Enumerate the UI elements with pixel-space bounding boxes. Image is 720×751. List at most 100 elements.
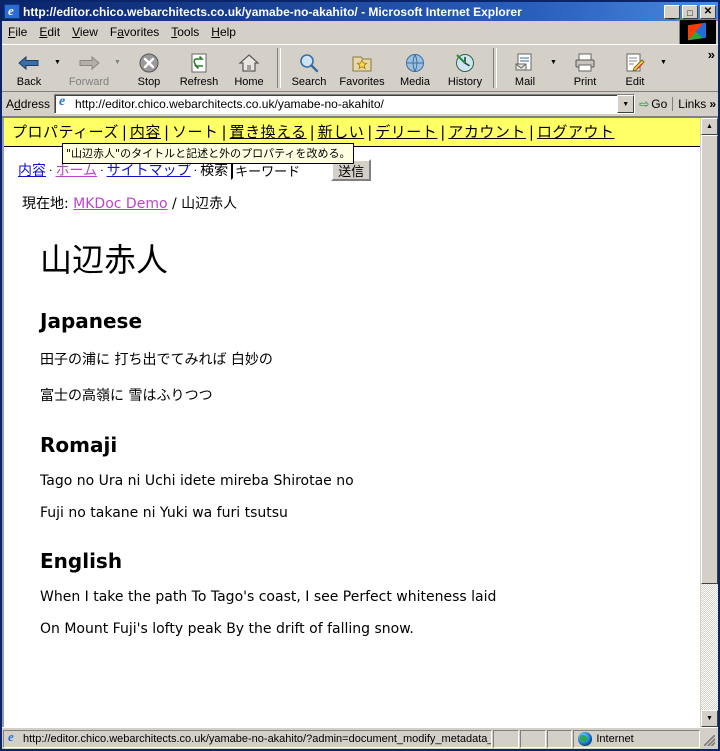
toolbar-print-button[interactable]: Print — [560, 45, 610, 91]
admin-sep-4: | — [309, 123, 315, 141]
close-button[interactable]: ✕ — [700, 4, 716, 19]
section-heading-english: English — [40, 549, 123, 573]
toolbar-mail-label: Mail — [514, 75, 536, 88]
scrollbar-thumb[interactable] — [701, 135, 718, 584]
scrollbar-track[interactable] — [701, 135, 718, 710]
menu-item-file-rest: ile — [15, 25, 28, 39]
globe-icon — [578, 732, 593, 746]
nav-link-contents[interactable]: 内容 — [18, 160, 46, 180]
status-page-icon — [6, 731, 20, 746]
title-bar: http://editor.chico.webarchitects.co.uk/… — [2, 2, 718, 21]
status-panel-2 — [519, 730, 546, 748]
scroll-down-button[interactable]: ▼ — [701, 710, 718, 727]
section-heading-japanese: Japanese — [40, 309, 143, 333]
maximize-icon: □ — [687, 7, 693, 18]
address-bar: Address http://editor.chico.webarchitect… — [2, 92, 718, 117]
poem-line: On Mount Fuji's lofty peak By the drift … — [40, 621, 414, 637]
status-panel-1 — [493, 730, 519, 748]
breadcrumb-separator: / — [171, 196, 177, 212]
menu-item-help-rest: elp — [219, 25, 236, 39]
page-icon — [57, 94, 73, 112]
toolbar-overflow-button[interactable]: » — [708, 47, 715, 62]
toolbar-back-label: Back — [16, 75, 42, 88]
poem-line: 富士の高嶺に 雪はふりつつ — [40, 388, 213, 404]
poem-line: 田子の浦に 打ち出でてみれば 白妙の — [40, 352, 273, 368]
toolbar-forward-label: Forward — [68, 75, 110, 88]
address-label: Address — [6, 97, 51, 111]
go-label: Go — [651, 97, 668, 111]
edit-dropdown-arrow-icon[interactable]: ▼ — [660, 45, 670, 91]
history-icon — [453, 51, 477, 75]
edit-icon — [623, 51, 647, 75]
toolbar-edit-button[interactable]: Edit — [610, 45, 660, 91]
menu-item-favorites-rest: vorites — [123, 25, 160, 39]
home-icon — [237, 51, 261, 75]
admin-sep-5: | — [367, 123, 373, 141]
status-url-panel: http://editor.chico.webarchitects.co.uk/… — [3, 730, 493, 748]
breadcrumb: 現在地: MKDoc Demo / 山辺赤人 — [4, 187, 700, 213]
links-button[interactable]: Links » — [672, 97, 716, 111]
toolbar-back-button[interactable]: Back — [4, 45, 54, 91]
vertical-scrollbar[interactable]: ▲ ▼ — [700, 118, 718, 727]
menu-item-view[interactable]: View — [66, 23, 104, 41]
favorites-icon — [350, 51, 374, 75]
toolbar-separator-1 — [277, 48, 281, 88]
maximize-button[interactable]: □ — [682, 4, 698, 19]
admin-sep-1: | — [121, 123, 127, 141]
address-dropdown-button[interactable]: ▼ — [617, 95, 635, 113]
menu-item-tools[interactable]: Tools — [165, 23, 205, 41]
print-icon — [573, 51, 597, 75]
toolbar-home-button[interactable]: Home — [224, 45, 274, 91]
scroll-up-button[interactable]: ▲ — [701, 118, 718, 135]
address-field[interactable]: http://editor.chico.webarchitects.co.uk/… — [54, 94, 636, 114]
menu-item-help[interactable]: Help — [205, 23, 242, 41]
minimize-icon: _ — [668, 7, 676, 20]
menu-item-tools-rest: ools — [177, 25, 200, 39]
toolbar-favorites-button[interactable]: Favorites — [334, 45, 390, 91]
document-body: 山辺赤人 Japanese 田子の浦に 打ち出でてみれば 白妙の 富士の高嶺に … — [4, 235, 700, 637]
admin-link-delete[interactable]: デリート — [375, 123, 437, 141]
menu-item-file[interactable]: File — [2, 23, 33, 41]
toolbar-media-label: Media — [400, 75, 430, 88]
mail-dropdown-arrow-icon[interactable]: ▼ — [550, 45, 560, 91]
search-icon — [297, 51, 321, 75]
go-button[interactable]: ⇨ Go — [635, 97, 672, 111]
scroll-down-icon: ▼ — [706, 715, 713, 722]
breadcrumb-current: 山辺赤人 — [181, 196, 238, 212]
toolbar-edit-label: Edit — [625, 75, 645, 88]
admin-link-sort[interactable]: ソート — [172, 123, 219, 141]
forward-dropdown-arrow-icon[interactable]: ▼ — [114, 45, 124, 91]
admin-link-new[interactable]: 新しい — [318, 123, 365, 141]
admin-link-contents[interactable]: 内容 — [130, 123, 161, 141]
toolbar-forward-button[interactable]: Forward — [64, 45, 114, 91]
links-label: Links — [678, 97, 707, 111]
toolbar-search-label: Search — [291, 75, 327, 88]
menu-item-edit[interactable]: Edit — [33, 23, 66, 41]
mail-icon — [513, 51, 537, 75]
logo-flag — [688, 22, 706, 41]
toolbar-stop-label: Stop — [137, 75, 161, 88]
toolbar-search-button[interactable]: Search — [284, 45, 334, 91]
menu-item-favorites[interactable]: Favorites — [104, 23, 165, 41]
address-input[interactable]: http://editor.chico.webarchitects.co.uk/… — [75, 97, 617, 111]
toolbar-refresh-label: Refresh — [179, 75, 219, 88]
admin-link-properties[interactable]: プロパティーズ — [12, 123, 119, 141]
browser-window: http://editor.chico.webarchitects.co.uk/… — [0, 0, 720, 751]
resize-grip[interactable] — [701, 730, 717, 748]
toolbar-media-button[interactable]: Media — [390, 45, 440, 91]
breadcrumb-link-home[interactable]: MKDoc Demo — [73, 196, 167, 212]
toolbar-stop-button[interactable]: Stop — [124, 45, 174, 91]
media-icon — [403, 51, 427, 75]
minimize-button[interactable]: _ — [664, 4, 680, 20]
toolbar-mail-button[interactable]: Mail — [500, 45, 550, 91]
back-dropdown-arrow-icon[interactable]: ▼ — [54, 45, 64, 91]
admin-link-replace[interactable]: 置き換える — [230, 123, 307, 141]
admin-link-logout[interactable]: ログアウト — [537, 123, 615, 141]
status-url-text: http://editor.chico.webarchitects.co.uk/… — [23, 733, 492, 745]
toolbar-refresh-button[interactable]: Refresh — [174, 45, 224, 91]
refresh-icon — [187, 51, 211, 75]
admin-link-account[interactable]: アカウント — [448, 123, 526, 141]
scroll-up-icon: ▲ — [706, 123, 713, 130]
window-title: http://editor.chico.webarchitects.co.uk/… — [23, 4, 522, 19]
toolbar-history-button[interactable]: History — [440, 45, 490, 91]
